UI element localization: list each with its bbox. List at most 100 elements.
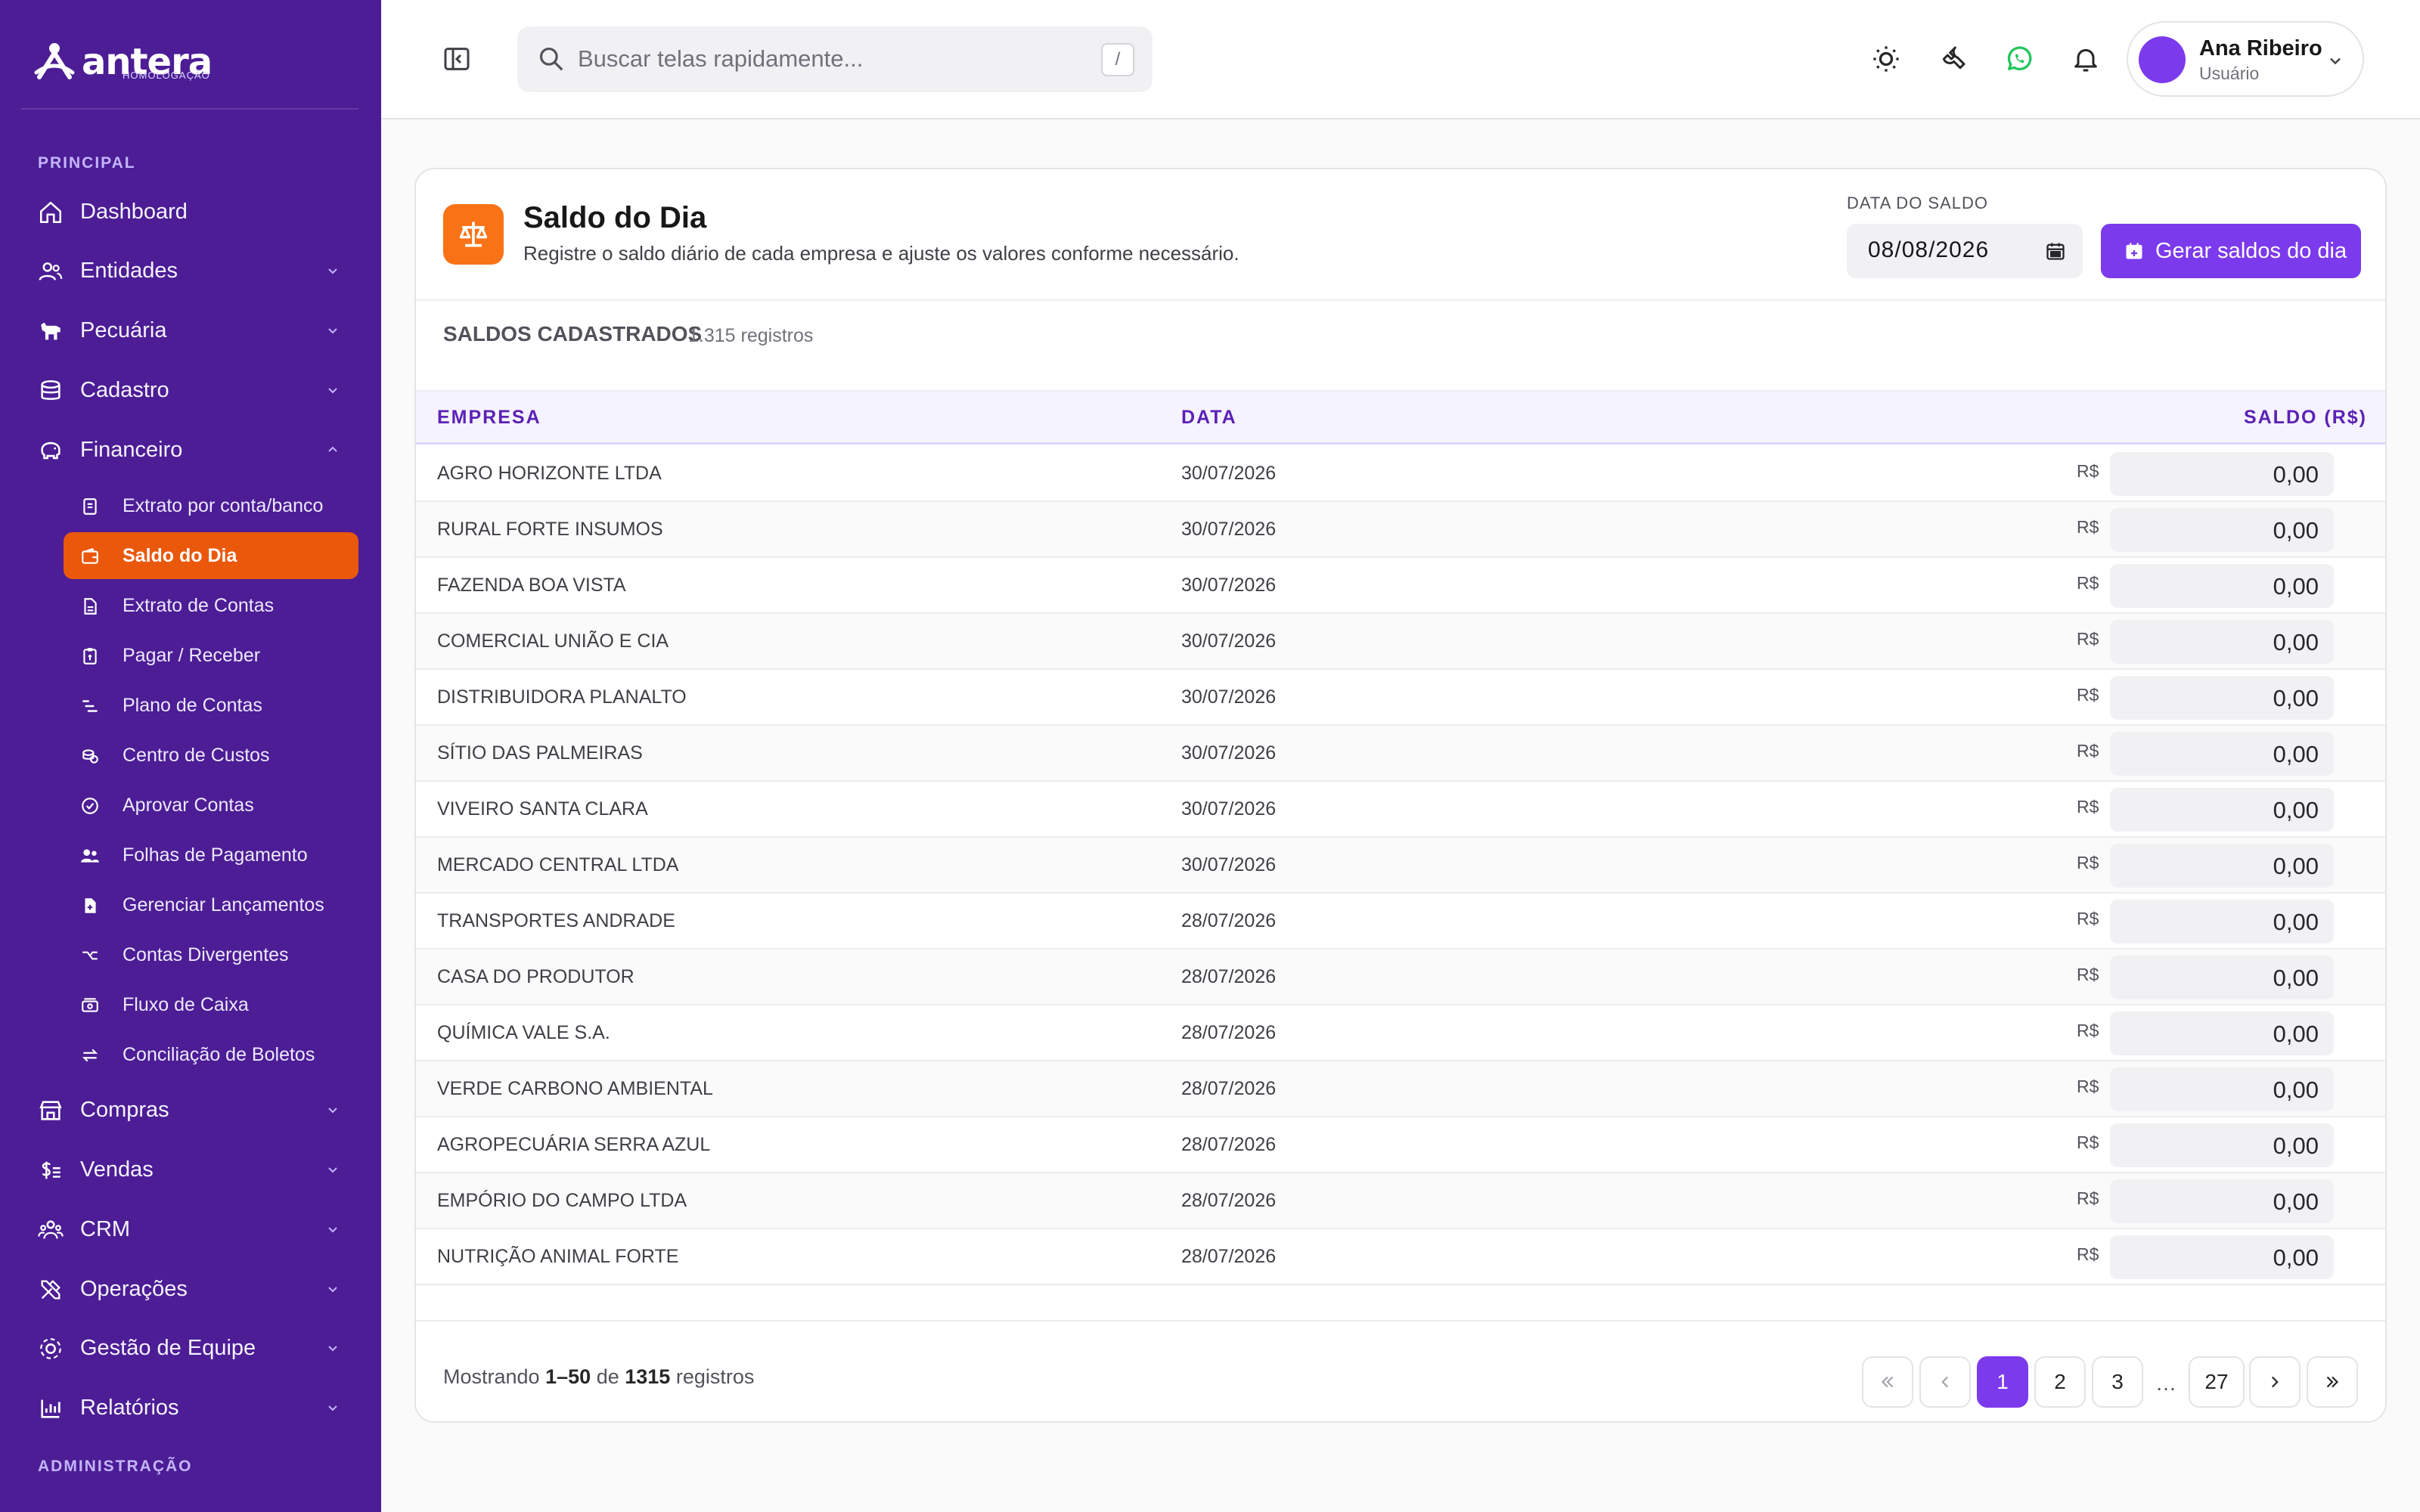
balance-input[interactable]: 0,00 xyxy=(2110,732,2334,776)
submenu-item-contas-divergentes[interactable]: Contas Divergentes xyxy=(64,931,358,978)
submenu-item-plano-contas[interactable]: Plano de Contas xyxy=(64,682,358,729)
sidebar-item-dashboard[interactable]: Dashboard xyxy=(30,187,351,236)
sidebar-item-relatorios[interactable]: Relatórios xyxy=(30,1383,351,1432)
sidebar-item-gestao-equipe[interactable]: Gestão de Equipe xyxy=(30,1324,351,1372)
statement-icon xyxy=(83,498,97,515)
table-row[interactable]: EMPÓRIO DO CAMPO LTDA 28/07/2026 R$ 0,00 xyxy=(416,1173,2385,1229)
cell-empresa: SÍTIO DAS PALMEIRAS xyxy=(437,742,643,764)
table-row[interactable]: CASA DO PRODUTOR 28/07/2026 R$ 0,00 xyxy=(416,950,2385,1005)
notifications-bell-icon[interactable] xyxy=(2071,44,2101,74)
cell-data: 30/07/2026 xyxy=(1181,854,1277,875)
column-header-empresa[interactable]: EMPRESA xyxy=(437,407,541,429)
table-row[interactable]: QUÍMICA VALE S.A. 28/07/2026 R$ 0,00 xyxy=(416,1005,2385,1061)
submenu-item-extrato-contas[interactable]: Extrato de Contas xyxy=(64,582,358,629)
last-page-button[interactable] xyxy=(2307,1356,2358,1408)
table-row[interactable]: FAZENDA BOA VISTA 30/07/2026 R$ 0,00 xyxy=(416,558,2385,614)
first-page-button[interactable] xyxy=(1862,1356,1913,1408)
submenu-item-centro-custos[interactable]: Centro de Custos xyxy=(64,732,358,779)
theme-toggle-sun-icon[interactable] xyxy=(1871,44,1901,74)
chevrons-right-icon xyxy=(2326,1376,2339,1388)
sidebar-toggle-icon[interactable] xyxy=(442,44,472,74)
submenu-item-aprovar-contas[interactable]: Aprovar Contas xyxy=(64,782,358,829)
column-header-data[interactable]: DATA xyxy=(1181,407,1237,429)
whatsapp-icon[interactable] xyxy=(2004,44,2034,74)
submenu-item-saldo-do-dia[interactable]: Saldo do Dia xyxy=(64,532,358,579)
table-row[interactable]: VIVEIRO SANTA CLARA 30/07/2026 R$ 0,00 xyxy=(416,782,2385,838)
cell-data: 28/07/2026 xyxy=(1181,1246,1277,1267)
users-icon xyxy=(39,262,63,280)
submenu-item-folhas-pagamento[interactable]: Folhas de Pagamento xyxy=(64,832,358,878)
calendar-icon[interactable] xyxy=(2045,240,2066,262)
balance-input[interactable]: 0,00 xyxy=(2110,508,2334,552)
currency-label: R$ xyxy=(2077,461,2099,481)
pagination-range: 1–50 xyxy=(545,1365,591,1388)
column-header-saldo[interactable]: SALDO (R$) xyxy=(2244,407,2367,429)
pagination-summary: Mostrando 1–50 de 1315 registros xyxy=(443,1365,754,1389)
search-input[interactable] xyxy=(578,42,1062,76)
submenu-item-pagar-receber[interactable]: Pagar / Receber xyxy=(64,632,358,679)
balance-input[interactable]: 0,00 xyxy=(2110,844,2334,888)
generate-balances-button[interactable]: Gerar saldos do dia xyxy=(2101,224,2361,278)
table-row[interactable]: AGRO HORIZONTE LTDA 30/07/2026 R$ 0,00 xyxy=(416,446,2385,502)
table-row[interactable]: RURAL FORTE INSUMOS 30/07/2026 R$ 0,00 xyxy=(416,502,2385,558)
submenu-item-fluxo-caixa[interactable]: Fluxo de Caixa xyxy=(64,981,358,1028)
sidebar-item-crm[interactable]: CRM xyxy=(30,1205,351,1253)
balance-input[interactable]: 0,00 xyxy=(2110,1012,2334,1055)
people-icon xyxy=(81,849,99,863)
next-page-button[interactable] xyxy=(2249,1356,2301,1408)
balance-value: 0,00 xyxy=(2273,1132,2319,1159)
table-row[interactable]: MERCADO CENTRAL LTDA 30/07/2026 R$ 0,00 xyxy=(416,838,2385,894)
quick-search[interactable]: / xyxy=(517,26,1153,92)
balance-value: 0,00 xyxy=(2273,685,2319,711)
sidebar-item-financeiro[interactable]: Financeiro xyxy=(30,426,351,474)
balance-input[interactable]: 0,00 xyxy=(2110,956,2334,999)
cell-data: 30/07/2026 xyxy=(1181,575,1277,596)
sidebar-item-pecuaria[interactable]: Pecuária xyxy=(30,306,351,355)
table-row[interactable]: VERDE CARBONO AMBIENTAL 28/07/2026 R$ 0,00 xyxy=(416,1061,2385,1117)
balance-input[interactable]: 0,00 xyxy=(2110,564,2334,608)
chevron-down-icon xyxy=(328,1108,337,1114)
balance-input[interactable]: 0,00 xyxy=(2110,900,2334,943)
submenu-item-extrato-conta-banco[interactable]: Extrato por conta/banco xyxy=(64,482,358,529)
daily-balance-card: Saldo do Dia Registre o saldo diário de … xyxy=(414,168,2387,1423)
page-button-2[interactable]: 2 xyxy=(2034,1356,2086,1408)
sidebar-item-label: Entidades xyxy=(80,258,178,283)
page-title: Saldo do Dia xyxy=(523,201,707,234)
pagination-prefix: Mostrando xyxy=(443,1365,540,1388)
user-menu[interactable]: Ana Ribeiro Usuário xyxy=(2127,21,2364,97)
balance-input[interactable]: 0,00 xyxy=(2110,620,2334,664)
previous-page-button[interactable] xyxy=(1919,1356,1971,1408)
sidebar-item-operacoes[interactable]: Operações xyxy=(30,1265,351,1313)
tools-wrench-icon[interactable] xyxy=(1938,44,1968,74)
balance-value: 0,00 xyxy=(2273,461,2319,488)
sidebar-item-vendas[interactable]: Vendas xyxy=(30,1145,351,1194)
table-row[interactable]: NUTRIÇÃO ANIMAL FORTE 28/07/2026 R$ 0,00 xyxy=(416,1229,2385,1285)
table-row[interactable]: TRANSPORTES ANDRADE 28/07/2026 R$ 0,00 xyxy=(416,894,2385,950)
sidebar-item-cadastro[interactable]: Cadastro xyxy=(30,366,351,414)
page-button-3[interactable]: 3 xyxy=(2092,1356,2143,1408)
balance-input[interactable]: 0,00 xyxy=(2110,1179,2334,1223)
balance-input[interactable]: 0,00 xyxy=(2110,788,2334,832)
balance-input[interactable]: 0,00 xyxy=(2110,1067,2334,1111)
balance-input[interactable]: 0,00 xyxy=(2110,452,2334,496)
currency-label: R$ xyxy=(2077,741,2099,761)
table-row[interactable]: COMERCIAL UNIÃO E CIA 30/07/2026 R$ 0,00 xyxy=(416,614,2385,670)
file-plus-icon xyxy=(85,898,96,913)
page-button-1[interactable]: 1 xyxy=(1977,1356,2028,1408)
balance-input[interactable]: 0,00 xyxy=(2110,676,2334,720)
balance-date-input[interactable]: 08/08/2026 xyxy=(1847,224,2083,278)
sidebar-item-entidades[interactable]: Entidades xyxy=(30,246,351,295)
submenu-item-label: Fluxo de Caixa xyxy=(123,993,249,1015)
table-row[interactable]: DISTRIBUIDORA PLANALTO 30/07/2026 R$ 0,00 xyxy=(416,670,2385,726)
table-row[interactable]: SÍTIO DAS PALMEIRAS 30/07/2026 R$ 0,00 xyxy=(416,726,2385,782)
submenu-item-label: Centro de Custos xyxy=(123,744,270,766)
submenu-item-conciliacao-boletos[interactable]: Conciliação de Boletos xyxy=(64,1031,358,1078)
submenu-item-gerenciar-lancamentos[interactable]: Gerenciar Lançamentos xyxy=(64,881,358,928)
table-row[interactable]: AGROPECUÁRIA SERRA AZUL 28/07/2026 R$ 0,00 xyxy=(416,1117,2385,1173)
page-subtitle: Registre o saldo diário de cada empresa … xyxy=(523,242,1239,265)
page-button-last[interactable]: 27 xyxy=(2189,1356,2245,1408)
balance-input[interactable]: 0,00 xyxy=(2110,1123,2334,1167)
balance-input[interactable]: 0,00 xyxy=(2110,1235,2334,1279)
environment-label: HOMOLOGAÇÃO xyxy=(123,70,210,81)
sidebar-item-compras[interactable]: Compras xyxy=(30,1086,351,1134)
